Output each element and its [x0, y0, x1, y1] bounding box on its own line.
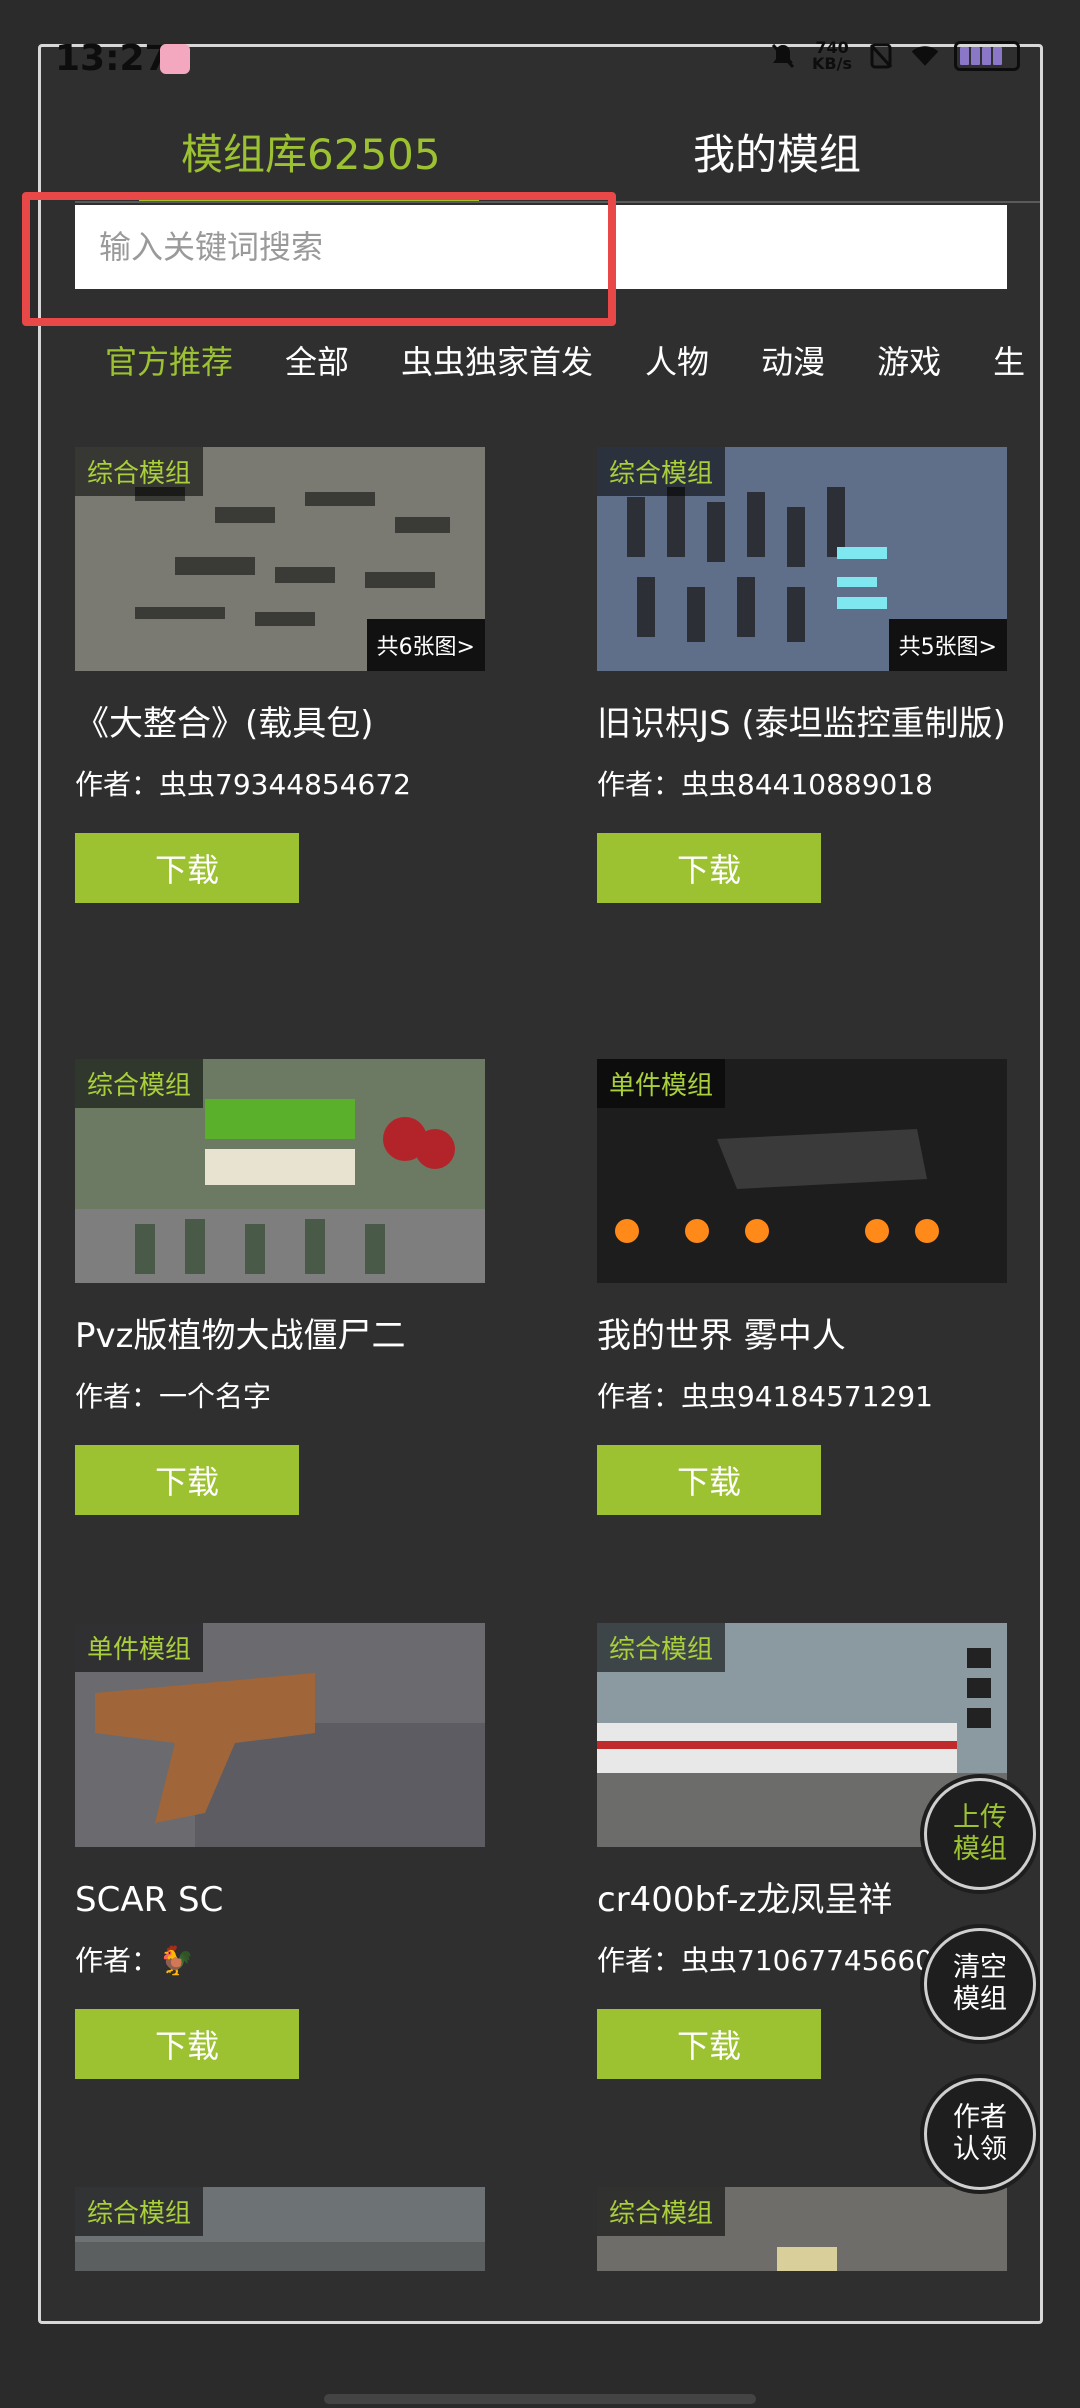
mod-thumbnail[interactable]: 单件模组: [75, 1623, 485, 1847]
mod-thumbnail[interactable]: 综合模组 共5张图>: [597, 447, 1007, 671]
mod-title[interactable]: cr400bf-z龙凤呈祥: [597, 1875, 1007, 1925]
status-icons: 740 KB/s: [768, 40, 1020, 72]
download-button[interactable]: 下载: [597, 1445, 821, 1515]
mod-card[interactable]: 单件模组 SCAR SC 作者：🐓 下载: [75, 1623, 485, 2079]
mod-thumbnail[interactable]: 单件模组: [597, 1059, 1007, 1283]
mod-type-tag: 综合模组: [597, 2187, 726, 2236]
mod-type-tag: 单件模组: [597, 1059, 726, 1108]
mod-author: 作者：虫虫84410889018: [597, 768, 933, 801]
app-frame: 模组库62505 我的模组 官方推荐 全部 虫虫独家首发 人物 动漫 游戏 生 …: [38, 44, 1043, 2324]
image-count-badge[interactable]: 共5张图>: [888, 619, 1007, 671]
mod-card[interactable]: 综合模组 共5张图> 旧识枳JS (泰坦监控重制版) 作者：虫虫84410889…: [597, 447, 1007, 903]
mod-card[interactable]: 综合模组 Pvz版植物大战僵尸二 作者：一个名字 下载: [75, 1059, 485, 1515]
wifi-icon: [910, 41, 940, 71]
mod-type-tag: 综合模组: [75, 1059, 204, 1108]
mod-author: 作者：虫虫94184571291: [597, 1380, 933, 1413]
mod-author: 作者：虫虫79344854672: [75, 768, 411, 801]
download-button[interactable]: 下载: [597, 833, 821, 903]
category-tabs: 官方推荐 全部 虫虫独家首发 人物 动漫 游戏 生: [41, 337, 1040, 407]
upload-mod-button[interactable]: 上传 模组: [924, 1778, 1036, 1890]
category-all[interactable]: 全部: [259, 337, 375, 407]
mod-card[interactable]: 综合模组 共6张图> 《大整合》(载具包) 作者：虫虫79344854672 下…: [75, 447, 485, 903]
download-button[interactable]: 下载: [75, 1445, 299, 1515]
author-claim-label: 作者 认领: [953, 2102, 1007, 2165]
search-box[interactable]: [75, 205, 1007, 289]
tab-mod-library[interactable]: 模组库62505: [181, 121, 441, 182]
battery-icon: [954, 41, 1020, 71]
clear-mods-button[interactable]: 清空 模组: [924, 1928, 1036, 2040]
search-input[interactable]: [75, 205, 1007, 289]
mute-icon: [768, 41, 798, 71]
upload-mod-label: 上传 模组: [953, 1802, 1007, 1865]
clear-mods-label: 清空 模组: [953, 1952, 1007, 2015]
mod-title[interactable]: Pvz版植物大战僵尸二: [75, 1311, 485, 1361]
tab-my-mods[interactable]: 我的模组: [693, 121, 861, 182]
mod-type-tag: 综合模组: [75, 447, 204, 496]
mod-title[interactable]: SCAR SC: [75, 1875, 485, 1925]
download-button[interactable]: 下载: [75, 2009, 299, 2079]
network-speed: 740 KB/s: [812, 40, 852, 72]
tabs-divider: [75, 201, 1040, 203]
mod-title[interactable]: 旧识枳JS (泰坦监控重制版): [597, 699, 1007, 749]
mod-title[interactable]: 《大整合》(载具包): [75, 699, 485, 749]
author-claim-button[interactable]: 作者 认领: [924, 2078, 1036, 2190]
category-games[interactable]: 游戏: [851, 337, 967, 407]
mod-author: 作者：🐓: [75, 1944, 194, 1977]
mod-card[interactable]: 综合模组: [75, 2187, 485, 2271]
category-official[interactable]: 官方推荐: [41, 337, 259, 407]
active-tab-indicator: [139, 193, 479, 201]
app-notification-icon: [160, 44, 190, 74]
home-indicator[interactable]: [324, 2394, 756, 2404]
mod-type-tag: 综合模组: [597, 1623, 726, 1672]
mod-thumbnail[interactable]: 综合模组: [597, 2187, 1007, 2271]
mod-type-tag: 综合模组: [597, 447, 726, 496]
image-count-badge[interactable]: 共6张图>: [366, 619, 485, 671]
mod-author: 作者：一个名字: [75, 1380, 272, 1413]
category-characters[interactable]: 人物: [619, 337, 735, 407]
top-tabs: 模组库62505 我的模组: [41, 97, 1040, 203]
mod-type-tag: 单件模组: [75, 1623, 204, 1672]
mod-card[interactable]: 综合模组: [597, 2187, 1007, 2271]
status-bar: 13:27 740 KB/s: [0, 0, 1080, 80]
category-more[interactable]: 生: [967, 337, 1040, 407]
download-button[interactable]: 下载: [75, 833, 299, 903]
category-exclusive[interactable]: 虫虫独家首发: [375, 337, 619, 407]
status-time: 13:27: [55, 38, 170, 79]
sim-off-icon: [866, 41, 896, 71]
mod-title[interactable]: 我的世界 雾中人: [597, 1311, 1007, 1361]
category-anime[interactable]: 动漫: [735, 337, 851, 407]
network-speed-unit: KB/s: [812, 54, 852, 73]
mod-type-tag: 综合模组: [75, 2187, 204, 2236]
mod-thumbnail[interactable]: 综合模组: [75, 1059, 485, 1283]
mod-thumbnail[interactable]: 综合模组: [75, 2187, 485, 2271]
mod-thumbnail[interactable]: 综合模组 共6张图>: [75, 447, 485, 671]
download-button[interactable]: 下载: [597, 2009, 821, 2079]
mod-card[interactable]: 单件模组 我的世界 雾中人 作者：虫虫94184571291 下载: [597, 1059, 1007, 1515]
